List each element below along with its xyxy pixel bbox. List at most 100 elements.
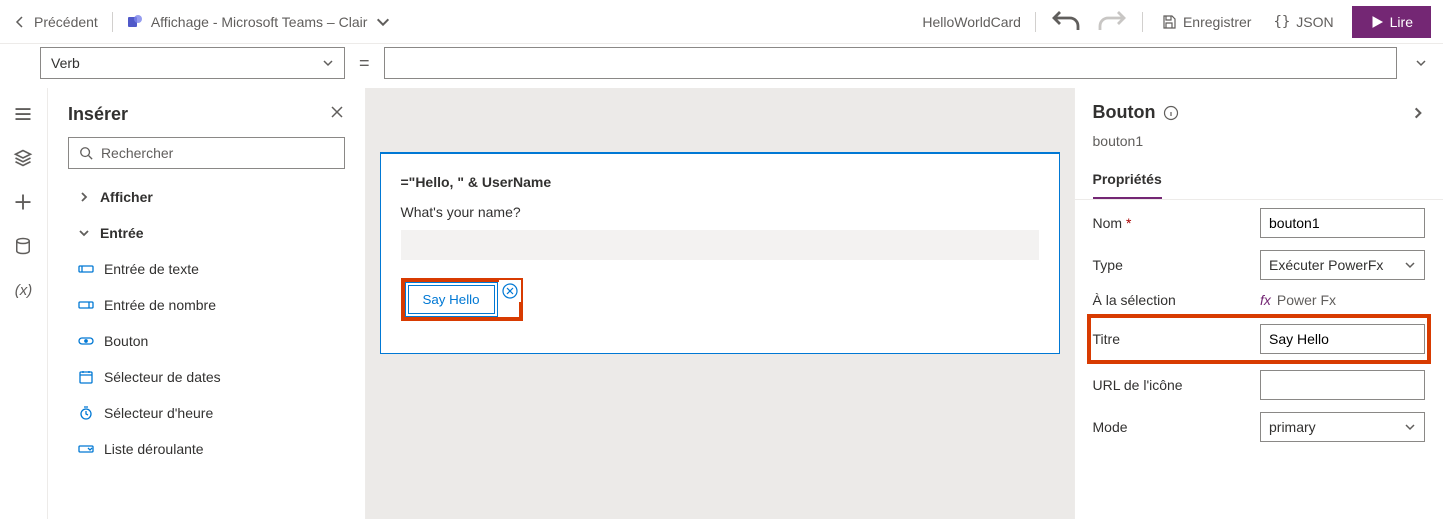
back-button[interactable]: Précédent xyxy=(12,14,98,30)
prop-type-value: Exécuter PowerFx xyxy=(1269,257,1383,273)
number-input-icon xyxy=(78,297,94,313)
play-label: Lire xyxy=(1390,14,1413,30)
calendar-icon xyxy=(78,369,94,385)
item-label: Sélecteur d'heure xyxy=(104,405,213,421)
formula-input[interactable] xyxy=(384,47,1397,79)
insert-date-picker[interactable]: Sélecteur de dates xyxy=(48,359,365,395)
category-label: Afficher xyxy=(100,189,153,205)
prop-title-label: Titre xyxy=(1093,331,1249,347)
expand-formula-button[interactable] xyxy=(1411,57,1431,69)
prop-onselect-value: Power Fx xyxy=(1277,292,1336,308)
insert-time-picker[interactable]: Sélecteur d'heure xyxy=(48,395,365,431)
braces-icon: {} xyxy=(1273,14,1290,30)
hamburger-icon xyxy=(13,104,33,124)
insert-panel-title: Insérer xyxy=(68,104,128,125)
variables-button[interactable]: (x) xyxy=(13,280,33,300)
item-label: Sélecteur de dates xyxy=(104,369,221,385)
prop-mode-label: Mode xyxy=(1093,419,1249,435)
theme-selector[interactable]: Affichage - Microsoft Teams – Clair xyxy=(127,14,392,30)
chevron-down-icon xyxy=(78,227,90,239)
delete-circle-icon xyxy=(501,282,519,300)
teams-icon xyxy=(127,14,143,30)
button-icon xyxy=(78,333,94,349)
save-label: Enregistrer xyxy=(1183,14,1251,30)
save-icon xyxy=(1161,14,1177,30)
close-icon xyxy=(329,104,345,120)
layers-button[interactable] xyxy=(13,148,33,168)
text-input-icon xyxy=(78,261,94,277)
item-label: Entrée de texte xyxy=(104,261,199,277)
category-label: Entrée xyxy=(100,225,144,241)
prop-name-input[interactable] xyxy=(1260,208,1425,238)
insert-panel: Insérer Rechercher Afficher Entrée Entré… xyxy=(48,88,366,519)
json-label: JSON xyxy=(1296,14,1333,30)
tab-properties[interactable]: Propriétés xyxy=(1093,165,1162,199)
insert-text-input[interactable]: Entrée de texte xyxy=(48,251,365,287)
prop-type-label: Type xyxy=(1093,257,1249,273)
equals-sign: = xyxy=(359,53,370,74)
question-label[interactable]: What's your name? xyxy=(401,204,1039,220)
redo-button[interactable] xyxy=(1096,6,1128,38)
category-input[interactable]: Entrée xyxy=(48,215,365,251)
divider xyxy=(112,12,113,32)
prop-onselect-label: À la sélection xyxy=(1093,292,1249,308)
theme-label: Affichage - Microsoft Teams – Clair xyxy=(151,14,368,30)
clock-icon xyxy=(78,405,94,421)
chevron-right-icon[interactable] xyxy=(1411,106,1425,120)
prop-type-select[interactable]: Exécuter PowerFx xyxy=(1260,250,1425,280)
properties-panel: Bouton bouton1 Propriétés Nom * Type Exé… xyxy=(1074,88,1443,519)
close-panel-button[interactable] xyxy=(329,104,345,125)
search-input[interactable]: Rechercher xyxy=(68,137,345,169)
canvas[interactable]: ="Hello, " & UserName What's your name? … xyxy=(366,88,1074,519)
prop-title-input[interactable] xyxy=(1260,324,1425,354)
info-icon[interactable] xyxy=(1163,105,1179,121)
property-selector[interactable]: Verb xyxy=(40,47,345,79)
json-button[interactable]: {} JSON xyxy=(1269,14,1337,30)
play-icon xyxy=(1370,15,1384,29)
back-arrow-icon xyxy=(12,14,28,30)
redo-icon xyxy=(1096,6,1128,38)
divider xyxy=(1142,12,1143,32)
layers-icon xyxy=(13,148,33,168)
save-button[interactable]: Enregistrer xyxy=(1157,14,1255,30)
delete-control-button[interactable] xyxy=(499,280,521,302)
fx-icon: fx xyxy=(1260,292,1271,308)
search-icon xyxy=(79,146,93,160)
hamburger-button[interactable] xyxy=(13,104,33,124)
back-label: Précédent xyxy=(34,14,98,30)
chevron-down-icon xyxy=(322,57,334,69)
adaptive-card[interactable]: ="Hello, " & UserName What's your name? … xyxy=(380,152,1060,354)
insert-dropdown[interactable]: Liste déroulante xyxy=(48,431,365,467)
item-label: Entrée de nombre xyxy=(104,297,216,313)
chevron-down-icon xyxy=(1415,57,1427,69)
divider xyxy=(1035,12,1036,32)
card-name-label: HelloWorldCard xyxy=(922,14,1021,30)
prop-iconurl-label: URL de l'icône xyxy=(1093,377,1249,393)
name-input[interactable] xyxy=(401,230,1039,260)
control-name: bouton1 xyxy=(1075,129,1443,159)
property-selector-value: Verb xyxy=(51,55,80,71)
chevron-down-icon xyxy=(375,14,391,30)
insert-number-input[interactable]: Entrée de nombre xyxy=(48,287,365,323)
chevron-right-icon xyxy=(78,191,90,203)
prop-mode-select[interactable]: primary xyxy=(1260,412,1425,442)
play-button[interactable]: Lire xyxy=(1352,6,1431,38)
dropdown-icon xyxy=(78,441,94,457)
search-placeholder: Rechercher xyxy=(101,145,173,161)
prop-name-label: Nom * xyxy=(1093,215,1249,231)
panel-heading: Bouton xyxy=(1093,102,1156,123)
say-hello-button[interactable]: Say Hello xyxy=(408,285,495,314)
variable-icon: (x) xyxy=(15,282,33,299)
prop-onselect-link[interactable]: fx Power Fx xyxy=(1260,292,1425,308)
add-button[interactable] xyxy=(13,192,33,212)
chevron-down-icon xyxy=(1404,259,1416,271)
card-title[interactable]: ="Hello, " & UserName xyxy=(401,174,1039,190)
undo-button[interactable] xyxy=(1050,6,1082,38)
card-name-button[interactable]: HelloWorldCard xyxy=(916,14,1021,30)
data-button[interactable] xyxy=(13,236,33,256)
database-icon xyxy=(13,236,33,256)
prop-iconurl-input[interactable] xyxy=(1260,370,1425,400)
chevron-down-icon xyxy=(1404,421,1416,433)
category-display[interactable]: Afficher xyxy=(48,179,365,215)
insert-button[interactable]: Bouton xyxy=(48,323,365,359)
